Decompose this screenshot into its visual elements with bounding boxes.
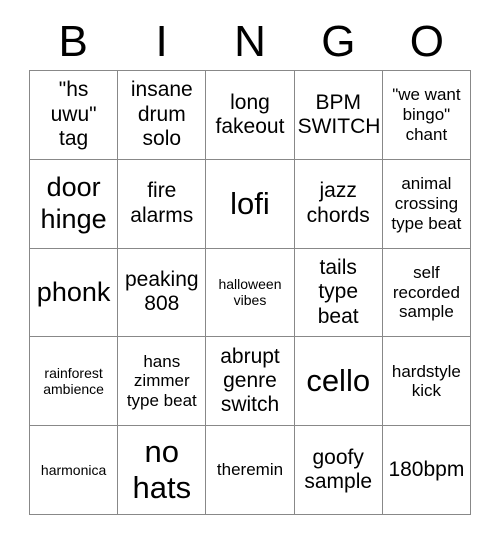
bingo-cell-label: abrupt genre switch: [220, 344, 280, 417]
bingo-cell[interactable]: animal crossing type beat: [382, 159, 471, 249]
bingo-cell[interactable]: "we want bingo" chant: [382, 71, 471, 160]
bingo-cell[interactable]: self recorded sample: [382, 248, 471, 338]
header-letter-o: O: [409, 17, 444, 66]
bingo-cell[interactable]: abrupt genre switch: [206, 337, 295, 427]
bingo-cell-label: 180bpm: [388, 457, 465, 481]
bingo-header: B I N G O: [29, 14, 471, 70]
bingo-cell-label: animal crossing type beat: [391, 174, 462, 233]
bingo-cell-label: peaking 808: [125, 268, 199, 316]
bingo-cell[interactable]: BPM SWITCH: [294, 71, 383, 160]
bingo-cell-label: rainforest ambience: [43, 365, 104, 398]
bingo-cell-label: BPM SWITCH: [297, 90, 381, 138]
bingo-cell-label: phonk: [36, 276, 111, 307]
bingo-cell[interactable]: jazz chords: [294, 159, 383, 249]
bingo-cell[interactable]: hardstyle kick: [382, 337, 471, 427]
bingo-cell-label: "we want bingo" chant: [392, 85, 461, 144]
bingo-cell[interactable]: door hinge: [30, 159, 119, 249]
bingo-cell-label: goofy sample: [304, 445, 373, 494]
bingo-cell-label: fire alarms: [130, 179, 194, 227]
bingo-cell[interactable]: 180bpm: [382, 426, 471, 515]
bingo-cell[interactable]: peaking 808: [118, 248, 207, 338]
bingo-cell-label: tails type beat: [317, 255, 359, 328]
bingo-cell-label: insane drum solo: [130, 78, 193, 151]
bingo-cell[interactable]: goofy sample: [294, 426, 383, 515]
bingo-cell-label: no hats: [132, 434, 192, 506]
bingo-cell-label: cello: [306, 363, 371, 399]
bingo-grid: "hs uwu" tag insane drum solo long fakeo…: [29, 70, 471, 515]
bingo-cell-label: long fakeout: [215, 90, 285, 138]
bingo-cell[interactable]: halloween vibes: [206, 248, 295, 338]
bingo-cell-label: halloween vibes: [218, 276, 282, 309]
bingo-cell[interactable]: phonk: [30, 248, 119, 338]
bingo-cell[interactable]: cello: [294, 337, 383, 427]
bingo-cell-label: jazz chords: [306, 179, 370, 227]
bingo-cell-label: self recorded sample: [392, 262, 460, 322]
bingo-cell[interactable]: insane drum solo: [118, 71, 207, 160]
header-letter-n: N: [234, 17, 266, 66]
header-letter-g: G: [321, 17, 356, 66]
bingo-cell-label: "hs uwu" tag: [50, 78, 97, 151]
bingo-cell[interactable]: tails type beat: [294, 248, 383, 338]
bingo-card: B I N G O "hs uwu" tag insane drum solo …: [0, 0, 500, 544]
header-letter-i: I: [155, 17, 168, 66]
header-letter-b: B: [58, 17, 88, 66]
bingo-cell-label: door hinge: [40, 172, 107, 234]
bingo-cell-label: hardstyle kick: [391, 361, 461, 401]
bingo-cell[interactable]: long fakeout: [206, 71, 295, 160]
bingo-cell-label: harmonica: [40, 461, 107, 478]
bingo-cell-label: theremin: [216, 460, 284, 480]
bingo-cell[interactable]: hans zimmer type beat: [118, 337, 207, 427]
bingo-cell-label: lofi: [230, 185, 270, 221]
bingo-cell[interactable]: harmonica: [30, 426, 119, 515]
bingo-cell[interactable]: rainforest ambience: [30, 337, 119, 427]
bingo-cell[interactable]: theremin: [206, 426, 295, 515]
bingo-cell[interactable]: lofi: [206, 159, 295, 249]
bingo-cell-label: hans zimmer type beat: [126, 351, 197, 411]
bingo-cell[interactable]: fire alarms: [118, 159, 207, 249]
bingo-cell[interactable]: "hs uwu" tag: [30, 71, 119, 160]
bingo-cell[interactable]: no hats: [118, 426, 207, 515]
